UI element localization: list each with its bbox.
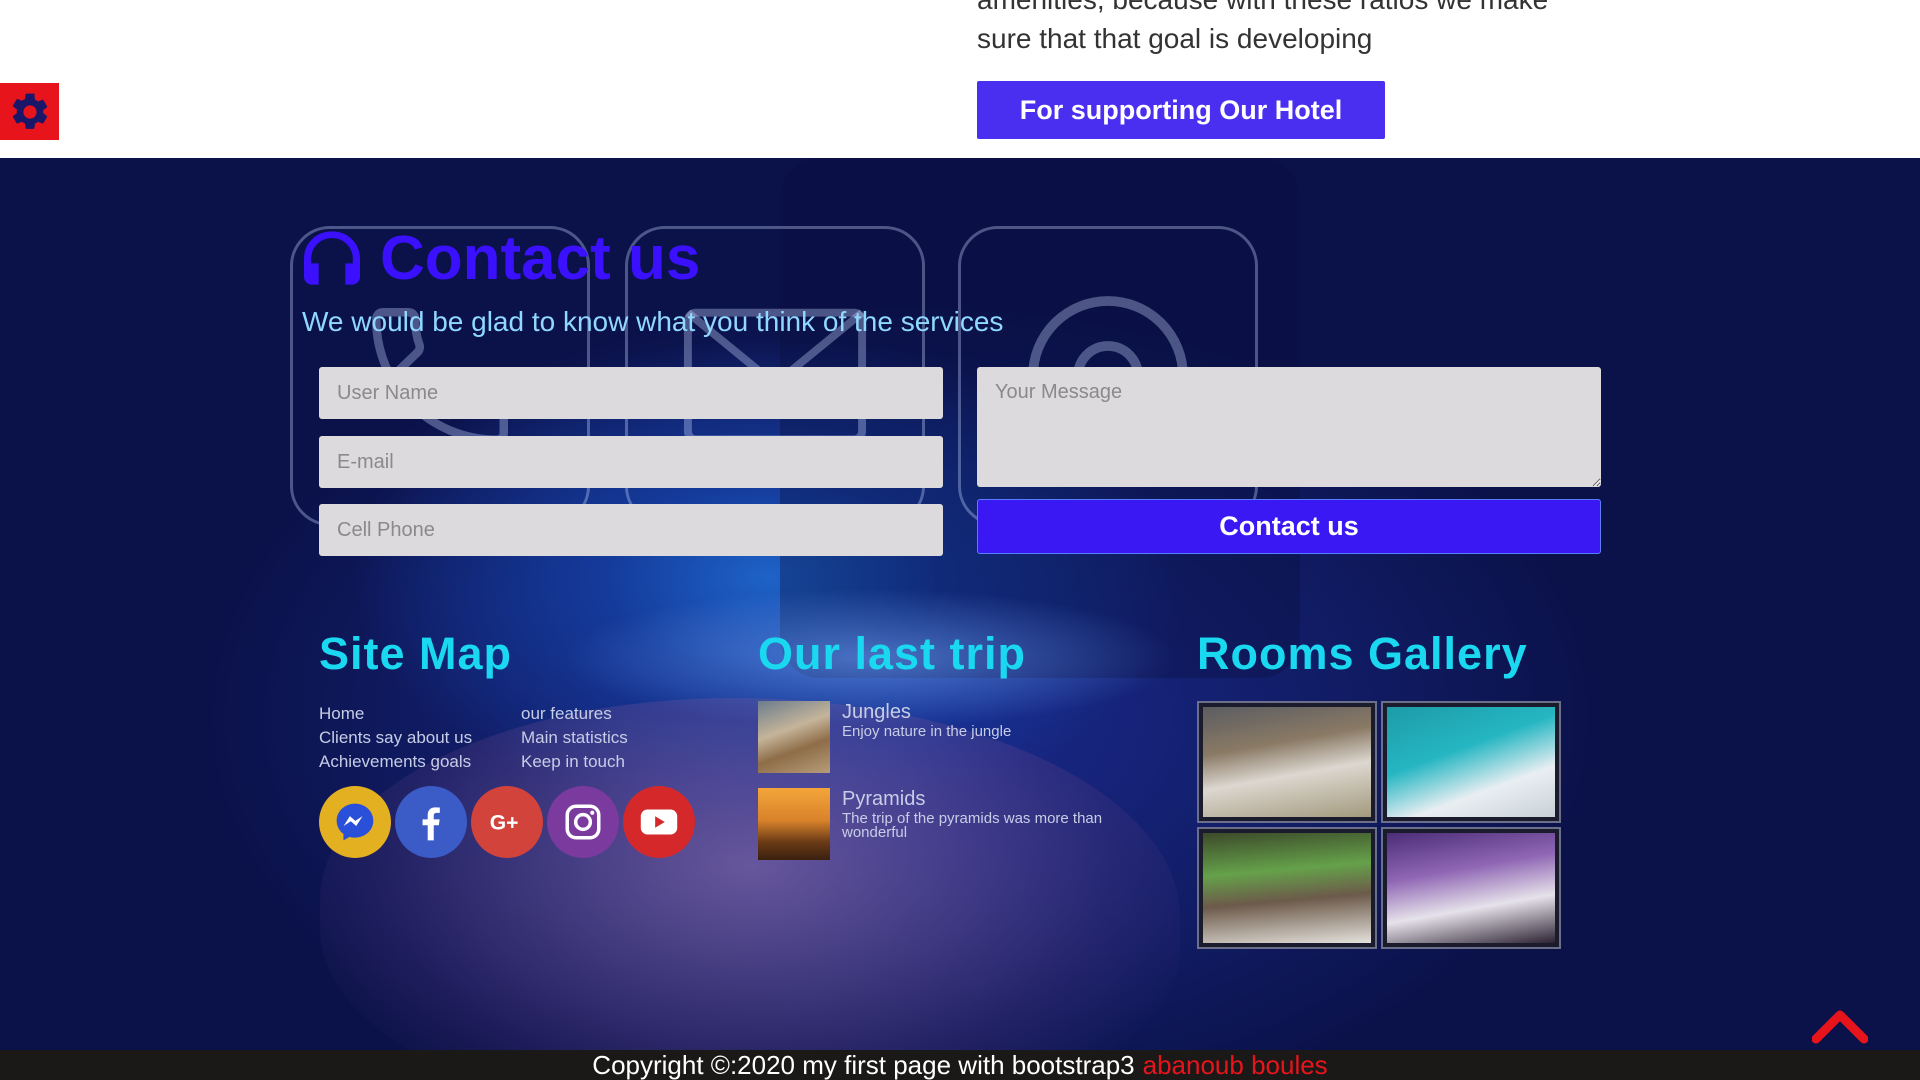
- contact-submit-button[interactable]: Contact us: [977, 499, 1601, 554]
- settings-toggle[interactable]: [0, 83, 59, 140]
- message-textarea[interactable]: [977, 367, 1601, 487]
- headphones-icon: [304, 231, 360, 285]
- messenger-icon[interactable]: [319, 786, 391, 858]
- gallery-room-image[interactable]: [1197, 701, 1377, 823]
- social-links: G+: [319, 786, 695, 858]
- rooms-gallery: [1197, 701, 1561, 949]
- google-plus-icon[interactable]: G+: [471, 786, 543, 858]
- trip-description: The trip of the pyramids was more than w…: [842, 810, 1103, 841]
- sitemap-link-statistics[interactable]: Main statistics: [521, 727, 679, 748]
- scroll-to-top-icon[interactable]: [1812, 1005, 1868, 1045]
- sitemap-link-clients[interactable]: Clients say about us: [319, 727, 521, 748]
- gallery-room-image[interactable]: [1197, 827, 1377, 949]
- contact-heading: Contact us: [300, 224, 700, 293]
- copyright-text: Copyright ©:2020 my first page with boot…: [592, 1049, 1135, 1080]
- intro-text: amenities, because with these ratios we …: [977, 0, 1548, 54]
- pyramids-trip-image: [758, 788, 830, 860]
- sitemap-links: Home our features Clients say about us M…: [319, 703, 679, 772]
- instagram-icon[interactable]: [547, 786, 619, 858]
- trip-name: Pyramids: [842, 788, 926, 810]
- contact-title: Contact us: [380, 223, 701, 293]
- email-input[interactable]: [319, 436, 943, 488]
- youtube-icon[interactable]: [623, 786, 695, 858]
- sitemap-link-goals[interactable]: Achievements goals: [319, 751, 521, 772]
- contact-section: Contact us We would be glad to know what…: [0, 158, 1920, 1050]
- svg-text:G+: G+: [490, 812, 519, 835]
- sitemap-title: Site Map: [319, 628, 513, 679]
- username-input[interactable]: [319, 367, 943, 419]
- trip-name: Jungles: [842, 701, 911, 723]
- phone-input[interactable]: [319, 504, 943, 556]
- sitemap-link-contact[interactable]: Keep in touch: [521, 751, 679, 772]
- contact-subtitle: We would be glad to know what you think …: [302, 306, 1004, 337]
- gallery-room-image[interactable]: [1381, 701, 1561, 823]
- trip-description: Enjoy nature in the jungle: [842, 723, 1012, 740]
- trip-item[interactable]: Pyramids The trip of the pyramids was mo…: [758, 788, 1158, 860]
- gallery-room-image[interactable]: [1381, 827, 1561, 949]
- trip-item[interactable]: Jungles Enjoy nature in the jungle: [758, 701, 1158, 773]
- gallery-title: Rooms Gallery: [1197, 628, 1528, 679]
- author-name: abanoub boules: [1142, 1049, 1328, 1080]
- facebook-icon[interactable]: [395, 786, 467, 858]
- top-section: amenities, because with these ratios we …: [0, 0, 1920, 158]
- support-hotel-button[interactable]: For supporting Our Hotel: [977, 81, 1385, 139]
- sitemap-link-home[interactable]: Home: [319, 703, 521, 724]
- sitemap-link-features[interactable]: our features: [521, 703, 679, 724]
- jungle-trip-image: [758, 701, 830, 773]
- footer: Copyright ©:2020 my first page with boot…: [0, 1050, 1920, 1080]
- gear-icon: [12, 93, 47, 129]
- trips-title: Our last trip: [758, 628, 1027, 679]
